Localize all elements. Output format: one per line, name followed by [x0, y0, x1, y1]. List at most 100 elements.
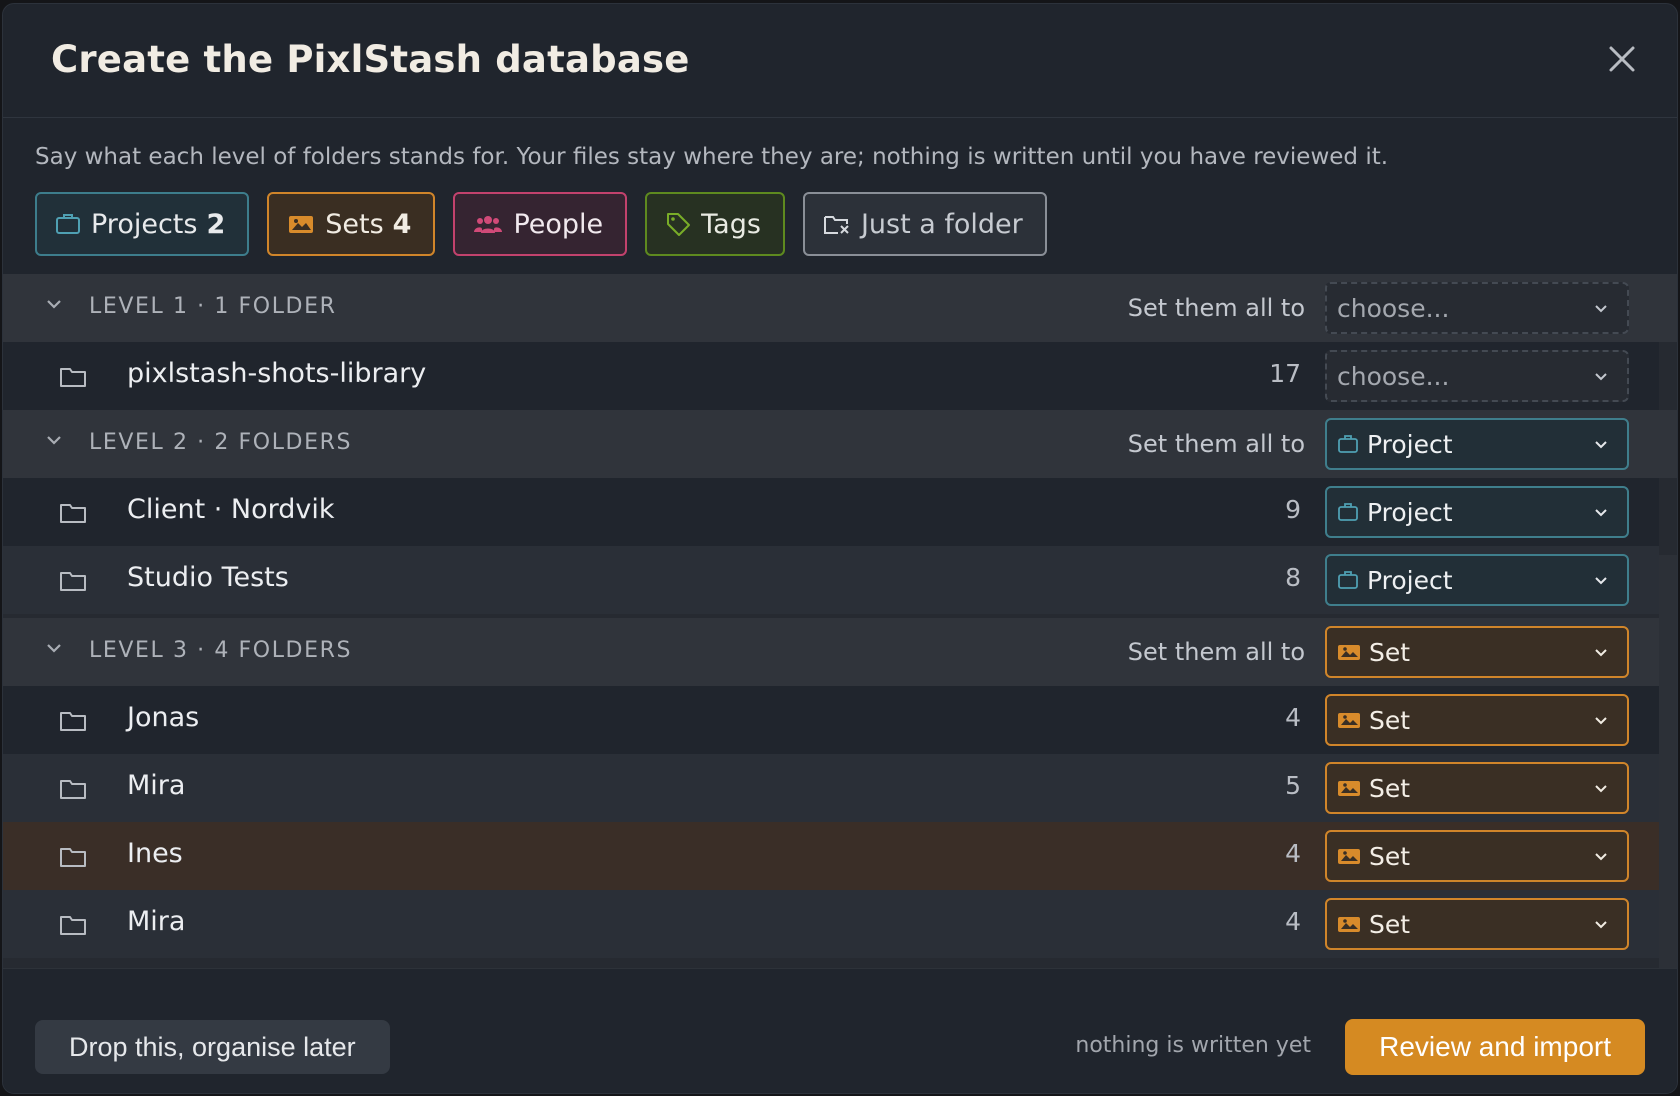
folder-name: Ines — [127, 838, 183, 869]
category-chips: Projects 2 Sets 4 People Tags Just a fol… — [35, 192, 1065, 256]
chevron-down-icon — [1595, 373, 1607, 381]
folder-icon — [60, 572, 86, 591]
folder-type-select[interactable]: Set — [1325, 898, 1629, 950]
select-value: Set — [1369, 841, 1411, 871]
chevron-down-icon — [1595, 853, 1607, 861]
dialog-footer: Drop this, organise later nothing is wri… — [3, 968, 1677, 1093]
select-value: Project — [1367, 497, 1453, 527]
folder-level-table: LEVEL 1 · 1 FOLDER Set them all to choos… — [3, 274, 1677, 968]
folder-name: Jonas — [127, 702, 200, 733]
folder-type-select[interactable]: choose... — [1325, 350, 1629, 402]
folder-type-select[interactable]: Project — [1325, 486, 1629, 538]
chevron-down-icon — [1595, 509, 1607, 517]
set-all-select[interactable]: Project — [1325, 418, 1629, 470]
intro-text: Say what each level of folders stands fo… — [35, 144, 1389, 170]
folder-name: Studio Tests — [127, 562, 289, 593]
chip-label: Sets — [325, 208, 384, 240]
chevron-down-icon — [1595, 649, 1607, 657]
folder-row: Mira 4 Set — [3, 890, 1659, 958]
review-and-import-button[interactable]: Review and import — [1345, 1019, 1645, 1075]
chevron-down-icon[interactable] — [45, 434, 63, 446]
folder-icon — [60, 916, 86, 935]
chip-count: 4 — [392, 208, 412, 240]
select-value: Project — [1367, 429, 1453, 459]
level-row-1: LEVEL 1 · 1 FOLDER Set them all to choos… — [3, 274, 1677, 342]
chevron-down-icon — [1595, 305, 1607, 313]
level-label: LEVEL 3 · 4 FOLDERS — [89, 638, 353, 663]
organise-later-button[interactable]: Drop this, organise later — [35, 1020, 390, 1074]
level-row-3: LEVEL 3 · 4 FOLDERS Set them all to Set — [3, 618, 1677, 686]
folder-icon — [60, 848, 86, 867]
scrollbar-thumb[interactable] — [1661, 555, 1677, 685]
chevron-down-icon[interactable] — [45, 298, 63, 310]
tag-icon — [667, 213, 691, 236]
folder-x-icon — [823, 216, 849, 234]
folder-type-select[interactable]: Set — [1325, 694, 1629, 746]
create-database-dialog: Create the PixlStash database Say what e… — [2, 3, 1678, 1094]
chip-label: Tags — [701, 208, 761, 240]
set-all-select[interactable]: Set — [1325, 626, 1629, 678]
dialog-title: Create the PixlStash database — [51, 38, 690, 81]
file-count: 8 — [1285, 563, 1301, 592]
folder-row: pixlstash-shots-library 17 choose... — [3, 342, 1659, 410]
file-count: 17 — [1269, 359, 1301, 388]
chip-sets[interactable]: Sets 4 — [267, 192, 436, 256]
briefcase-icon — [1338, 503, 1358, 521]
briefcase-icon — [1338, 571, 1358, 589]
select-value: Set — [1369, 637, 1411, 667]
chevron-down-icon — [1595, 441, 1607, 449]
dialog-header: Create the PixlStash database — [3, 4, 1677, 118]
chip-just-a-folder[interactable]: Just a folder — [802, 192, 1047, 256]
level-label: LEVEL 1 · 1 FOLDER — [89, 294, 337, 319]
images-icon — [1338, 781, 1360, 796]
level-row-2: LEVEL 2 · 2 FOLDERS Set them all to Proj… — [3, 410, 1677, 478]
select-value: Set — [1369, 705, 1411, 735]
folder-icon — [60, 504, 86, 523]
chip-tags[interactable]: Tags — [645, 192, 785, 256]
chip-label: Projects — [91, 208, 198, 240]
chip-people[interactable]: People — [453, 192, 628, 256]
chip-count: 2 — [206, 208, 226, 240]
file-count: 5 — [1285, 771, 1301, 800]
briefcase-icon — [56, 214, 80, 234]
close-icon[interactable] — [1605, 42, 1639, 76]
folder-type-select[interactable]: Set — [1325, 762, 1629, 814]
folder-row: Ines 4 Set — [3, 822, 1659, 890]
people-icon — [474, 216, 503, 233]
images-icon — [1338, 645, 1360, 660]
folder-row: Client · Nordvik 9 Project — [3, 478, 1659, 546]
status-note: nothing is written yet — [1075, 1033, 1311, 1058]
folder-row: Mira 5 Set — [3, 754, 1659, 822]
select-value: choose... — [1337, 293, 1450, 323]
chevron-down-icon — [1595, 785, 1607, 793]
chevron-down-icon[interactable] — [45, 642, 63, 654]
folder-name: pixlstash-shots-library — [127, 358, 427, 389]
folder-icon — [60, 780, 86, 799]
briefcase-icon — [1338, 435, 1358, 453]
chip-projects[interactable]: Projects 2 — [35, 192, 250, 256]
level-label: LEVEL 2 · 2 FOLDERS — [89, 430, 353, 455]
chevron-down-icon — [1595, 921, 1607, 929]
scrollbar[interactable] — [1659, 555, 1677, 968]
folder-name: Mira — [127, 770, 186, 801]
folder-name: Mira — [127, 906, 186, 937]
set-all-label: Set them all to — [1127, 294, 1305, 322]
chevron-down-icon — [1595, 717, 1607, 725]
chip-label: People — [513, 208, 604, 240]
file-count: 4 — [1285, 839, 1301, 868]
images-icon — [1338, 849, 1360, 864]
images-icon — [289, 216, 314, 233]
folder-icon — [60, 712, 86, 731]
folder-row: Studio Tests 8 Project — [3, 546, 1659, 614]
set-all-label: Set them all to — [1127, 638, 1305, 666]
select-value: Set — [1369, 909, 1411, 939]
folder-name: Client · Nordvik — [127, 494, 335, 525]
chip-label: Just a folder — [860, 208, 1023, 240]
images-icon — [1338, 713, 1360, 728]
set-all-label: Set them all to — [1127, 430, 1305, 458]
folder-type-select[interactable]: Set — [1325, 830, 1629, 882]
file-count: 9 — [1285, 495, 1301, 524]
set-all-select[interactable]: choose... — [1325, 282, 1629, 334]
folder-type-select[interactable]: Project — [1325, 554, 1629, 606]
images-icon — [1338, 917, 1360, 932]
